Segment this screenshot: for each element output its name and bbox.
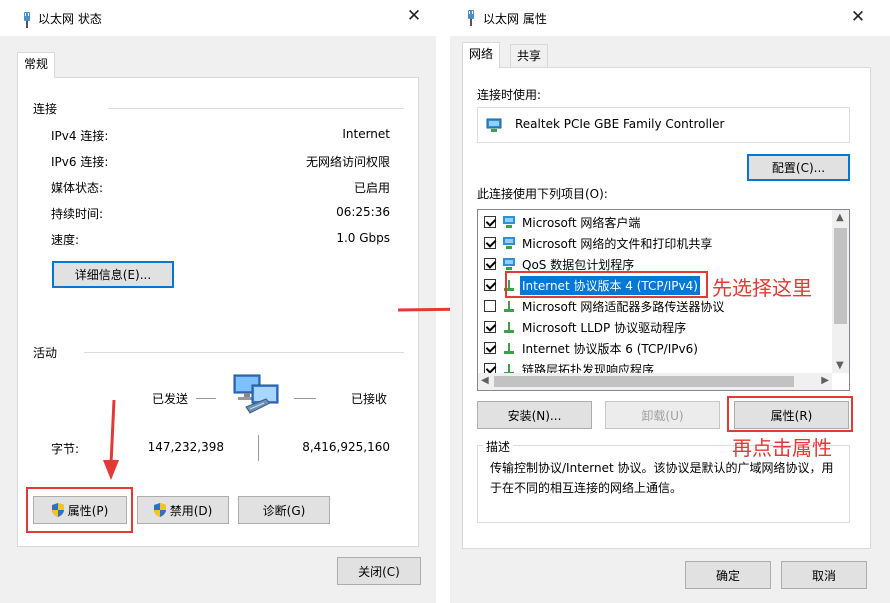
window-title: 以太网 属性: [483, 12, 547, 26]
item-label: Microsoft 网络的文件和打印机共享: [522, 236, 713, 251]
network-adapter-icon: [486, 118, 502, 132]
annotation-note-first: 先选择这里: [712, 276, 812, 300]
close-icon[interactable]: ✕: [406, 8, 422, 25]
ethernet-properties-window: 以太网 属性 ✕ 网络 共享 连接时使用: Realtek PCIe GBE F…: [450, 0, 890, 603]
scroll-up-icon[interactable]: ▲: [836, 212, 844, 223]
network-client-icon: [503, 216, 515, 228]
received-line: [294, 398, 316, 399]
checkbox[interactable]: [484, 237, 496, 249]
file-share-icon: [503, 237, 515, 249]
protocol-icon: [504, 301, 514, 312]
sent-label: 已发送: [152, 392, 189, 406]
checkbox[interactable]: [484, 342, 496, 354]
value-ipv6: 无网络访问权限: [305, 155, 390, 169]
list-item[interactable]: Microsoft 网络客户端: [484, 212, 642, 232]
ok-button[interactable]: 确定: [685, 561, 771, 589]
list-item[interactable]: Microsoft 网络的文件和打印机共享: [484, 233, 714, 253]
qos-icon: [503, 258, 515, 270]
bytes-received-value: 8,416,925,160: [302, 440, 390, 454]
status-properties-button[interactable]: 属性(P): [33, 496, 127, 524]
uac-shield-icon: [51, 503, 64, 517]
ethernet-plug-icon: [24, 12, 30, 28]
checkbox[interactable]: [484, 216, 496, 228]
divider: [108, 108, 404, 109]
list-item-selected[interactable]: Internet 协议版本 4 (TCP/IPv4): [484, 275, 700, 295]
checkbox[interactable]: [484, 321, 496, 333]
item-properties-button[interactable]: 属性(R): [734, 401, 849, 429]
horizontal-scrollbar[interactable]: ◀ ▶: [478, 373, 832, 390]
scroll-left-icon[interactable]: ◀: [481, 375, 489, 386]
status-properties-label: 属性(P): [67, 503, 109, 518]
list-item[interactable]: Microsoft 网络适配器多路传送器协议: [484, 296, 726, 316]
ethernet-plug-icon: [468, 10, 474, 26]
install-button[interactable]: 安装(N)...: [477, 401, 592, 429]
label-ipv6: IPv6 连接:: [51, 155, 109, 169]
protocol-icon: [504, 343, 514, 354]
cancel-button[interactable]: 取消: [781, 561, 867, 589]
item-label: Microsoft 网络适配器多路传送器协议: [522, 299, 725, 314]
label-duration: 持续时间:: [51, 207, 104, 221]
network-panel: 连接时使用: Realtek PCIe GBE Family Controlle…: [462, 67, 871, 549]
tab-general[interactable]: 常规: [17, 52, 56, 78]
close-icon[interactable]: ✕: [850, 9, 866, 26]
tab-sharing[interactable]: 共享: [510, 44, 549, 68]
list-item[interactable]: Internet 协议版本 6 (TCP/IPv6): [484, 338, 700, 358]
annotation-note-second: 再点击属性: [732, 436, 832, 460]
checkbox[interactable]: [484, 258, 496, 270]
bytes-separator: [258, 435, 259, 461]
scroll-thumb[interactable]: [834, 228, 847, 324]
item-label: Internet 协议版本 6 (TCP/IPv6): [522, 341, 698, 356]
disable-label: 禁用(D): [169, 503, 213, 518]
details-button[interactable]: 详细信息(E)...: [52, 261, 174, 288]
divider: [84, 352, 404, 353]
group-title-connection: 连接: [33, 102, 58, 116]
list-item[interactable]: QoS 数据包计划程序: [484, 254, 636, 274]
network-computers-icon: [233, 374, 279, 414]
label-speed: 速度:: [51, 233, 80, 247]
checkbox[interactable]: [484, 300, 496, 312]
item-label: Internet 协议版本 4 (TCP/IPv4): [520, 275, 700, 295]
item-label: Microsoft 网络客户端: [522, 215, 641, 230]
received-label: 已接收: [351, 392, 388, 406]
label-ipv4: IPv4 连接:: [51, 129, 109, 143]
scroll-down-icon[interactable]: ▼: [836, 360, 844, 371]
sent-line: [196, 398, 216, 399]
protocol-icon: [504, 322, 514, 333]
close-button[interactable]: 关闭(C): [337, 557, 421, 585]
item-label: Microsoft LLDP 协议驱动程序: [522, 320, 687, 335]
scroll-thumb[interactable]: [494, 376, 794, 387]
vertical-scrollbar[interactable]: ▲ ▼: [832, 210, 849, 373]
value-speed: 1.0 Gbps: [336, 231, 390, 245]
value-duration: 06:25:36: [336, 205, 390, 219]
scroll-right-icon[interactable]: ▶: [821, 375, 829, 386]
adapter-name: Realtek PCIe GBE Family Controller: [515, 117, 725, 131]
disable-button[interactable]: 禁用(D): [137, 496, 229, 524]
diagnose-button[interactable]: 诊断(G): [238, 496, 330, 524]
bytes-label: 字节:: [51, 442, 80, 456]
annotation-arrow-down: [103, 400, 119, 480]
protocol-icon: [504, 280, 514, 291]
bytes-sent-value: 147,232,398: [147, 440, 224, 454]
general-panel: 连接 IPv4 连接: Internet IPv6 连接: 无网络访问权限 媒体…: [17, 77, 419, 547]
description-text: 传输控制协议/Internet 协议。该协议是默认的广域网络协议，用于在不同的相…: [490, 461, 834, 495]
value-media-state: 已启用: [353, 181, 390, 195]
value-ipv4: Internet: [342, 127, 390, 141]
item-label: QoS 数据包计划程序: [522, 257, 635, 272]
configure-button[interactable]: 配置(C)...: [747, 154, 850, 181]
adapter-box: Realtek PCIe GBE Family Controller: [477, 107, 850, 143]
description-title: 描述: [483, 438, 514, 455]
window-title: 以太网 状态: [38, 12, 102, 26]
connect-using-label: 连接时使用:: [477, 88, 542, 102]
list-item[interactable]: Microsoft LLDP 协议驱动程序: [484, 317, 688, 337]
group-title-activity: 活动: [33, 346, 58, 360]
items-label: 此连接使用下列项目(O):: [477, 187, 608, 201]
title-bar: 以太网 属性 ✕: [450, 0, 890, 36]
uninstall-button[interactable]: 卸载(U): [605, 401, 720, 429]
uac-shield-icon: [153, 503, 166, 517]
checkbox[interactable]: [484, 279, 496, 291]
ethernet-status-window: 以太网 状态 ✕ 常规 连接 IPv4 连接: Internet IPv6 连接…: [0, 0, 436, 603]
title-bar: 以太网 状态 ✕: [0, 0, 436, 36]
label-media-state: 媒体状态:: [51, 181, 104, 195]
tab-network[interactable]: 网络: [462, 42, 501, 68]
